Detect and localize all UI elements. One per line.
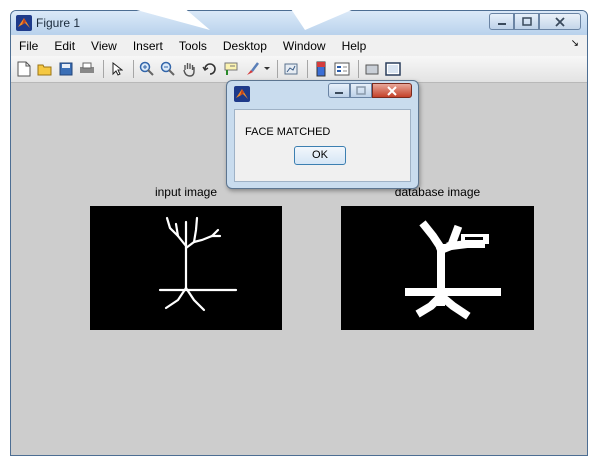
data-cursor-icon <box>224 62 238 75</box>
input-image <box>90 206 282 330</box>
ok-button[interactable]: OK <box>294 146 346 165</box>
save-icon <box>59 62 73 76</box>
link-plot-button[interactable] <box>282 60 300 78</box>
menu-help[interactable]: Help <box>334 39 375 53</box>
zoom-in-button[interactable] <box>138 60 156 78</box>
dialog-maximize-button[interactable] <box>350 83 372 98</box>
menu-bar: File Edit View Insert Tools Desktop Wind… <box>11 35 587 56</box>
save-button[interactable] <box>57 60 75 78</box>
database-image <box>341 206 534 330</box>
toolbar-separator <box>358 60 359 78</box>
menu-desktop[interactable]: Desktop <box>215 39 275 53</box>
zoom-out-button[interactable] <box>159 60 177 78</box>
legend-icon <box>334 62 350 76</box>
toolbar-separator <box>277 60 278 78</box>
menu-tools[interactable]: Tools <box>171 39 215 53</box>
brush-icon <box>247 62 259 75</box>
pointer-button[interactable] <box>108 60 126 78</box>
menu-view[interactable]: View <box>83 39 125 53</box>
toolbar-separator <box>103 60 104 78</box>
menu-edit[interactable]: Edit <box>46 39 83 53</box>
colorbar-button[interactable] <box>312 60 330 78</box>
hide-plot-tools-icon <box>365 64 379 75</box>
toolbar-separator <box>133 60 134 78</box>
face-matched-dialog[interactable]: FACE MATCHED OK <box>226 80 419 189</box>
dialog-close-button[interactable] <box>372 83 412 98</box>
brush-button[interactable] <box>243 60 261 78</box>
dialog-window-controls <box>328 83 412 98</box>
print-button[interactable] <box>78 60 96 78</box>
database-skeleton-image <box>405 220 501 320</box>
matlab-logo-icon <box>234 86 250 102</box>
open-file-icon <box>37 64 52 76</box>
menu-insert[interactable]: Insert <box>125 39 171 53</box>
close-icon <box>387 85 397 96</box>
input-skeleton-image <box>158 216 238 312</box>
overlay-wedges <box>100 0 375 30</box>
menu-file[interactable]: File <box>11 39 46 53</box>
dialog-minimize-button[interactable] <box>328 83 350 98</box>
dialog-message: FACE MATCHED <box>245 126 331 138</box>
maximize-icon <box>356 86 366 95</box>
brush-dropdown-button[interactable] <box>264 60 270 78</box>
data-cursor-button[interactable] <box>222 60 240 78</box>
pan-button[interactable] <box>180 60 198 78</box>
figure-toolbar <box>11 56 587 83</box>
minimize-icon <box>335 91 343 94</box>
zoom-out-icon <box>160 61 175 76</box>
show-plot-tools-icon <box>385 62 401 76</box>
chevron-down-icon <box>264 67 270 70</box>
menu-dock-arrow-icon[interactable]: ↘ <box>571 38 579 49</box>
show-plot-tools-button[interactable] <box>384 60 402 78</box>
menu-window[interactable]: Window <box>275 39 334 53</box>
legend-button[interactable] <box>333 60 351 78</box>
pointer-icon <box>112 62 123 76</box>
open-file-button[interactable] <box>36 60 54 78</box>
dialog-body: FACE MATCHED OK <box>234 109 411 182</box>
figure-window: Figure 1 File Edit View Insert Tools Des… <box>10 10 588 456</box>
toolbar-separator <box>307 60 308 78</box>
print-icon <box>80 62 94 73</box>
pan-icon <box>183 63 195 77</box>
new-figure-button[interactable] <box>15 60 33 78</box>
rotate-3d-icon <box>202 63 216 75</box>
new-figure-icon <box>17 61 31 77</box>
rotate-3d-button[interactable] <box>201 60 219 78</box>
zoom-in-icon <box>139 61 154 76</box>
hide-plot-tools-button[interactable] <box>363 60 381 78</box>
link-plot-icon <box>284 63 298 75</box>
colorbar-icon <box>316 61 326 77</box>
